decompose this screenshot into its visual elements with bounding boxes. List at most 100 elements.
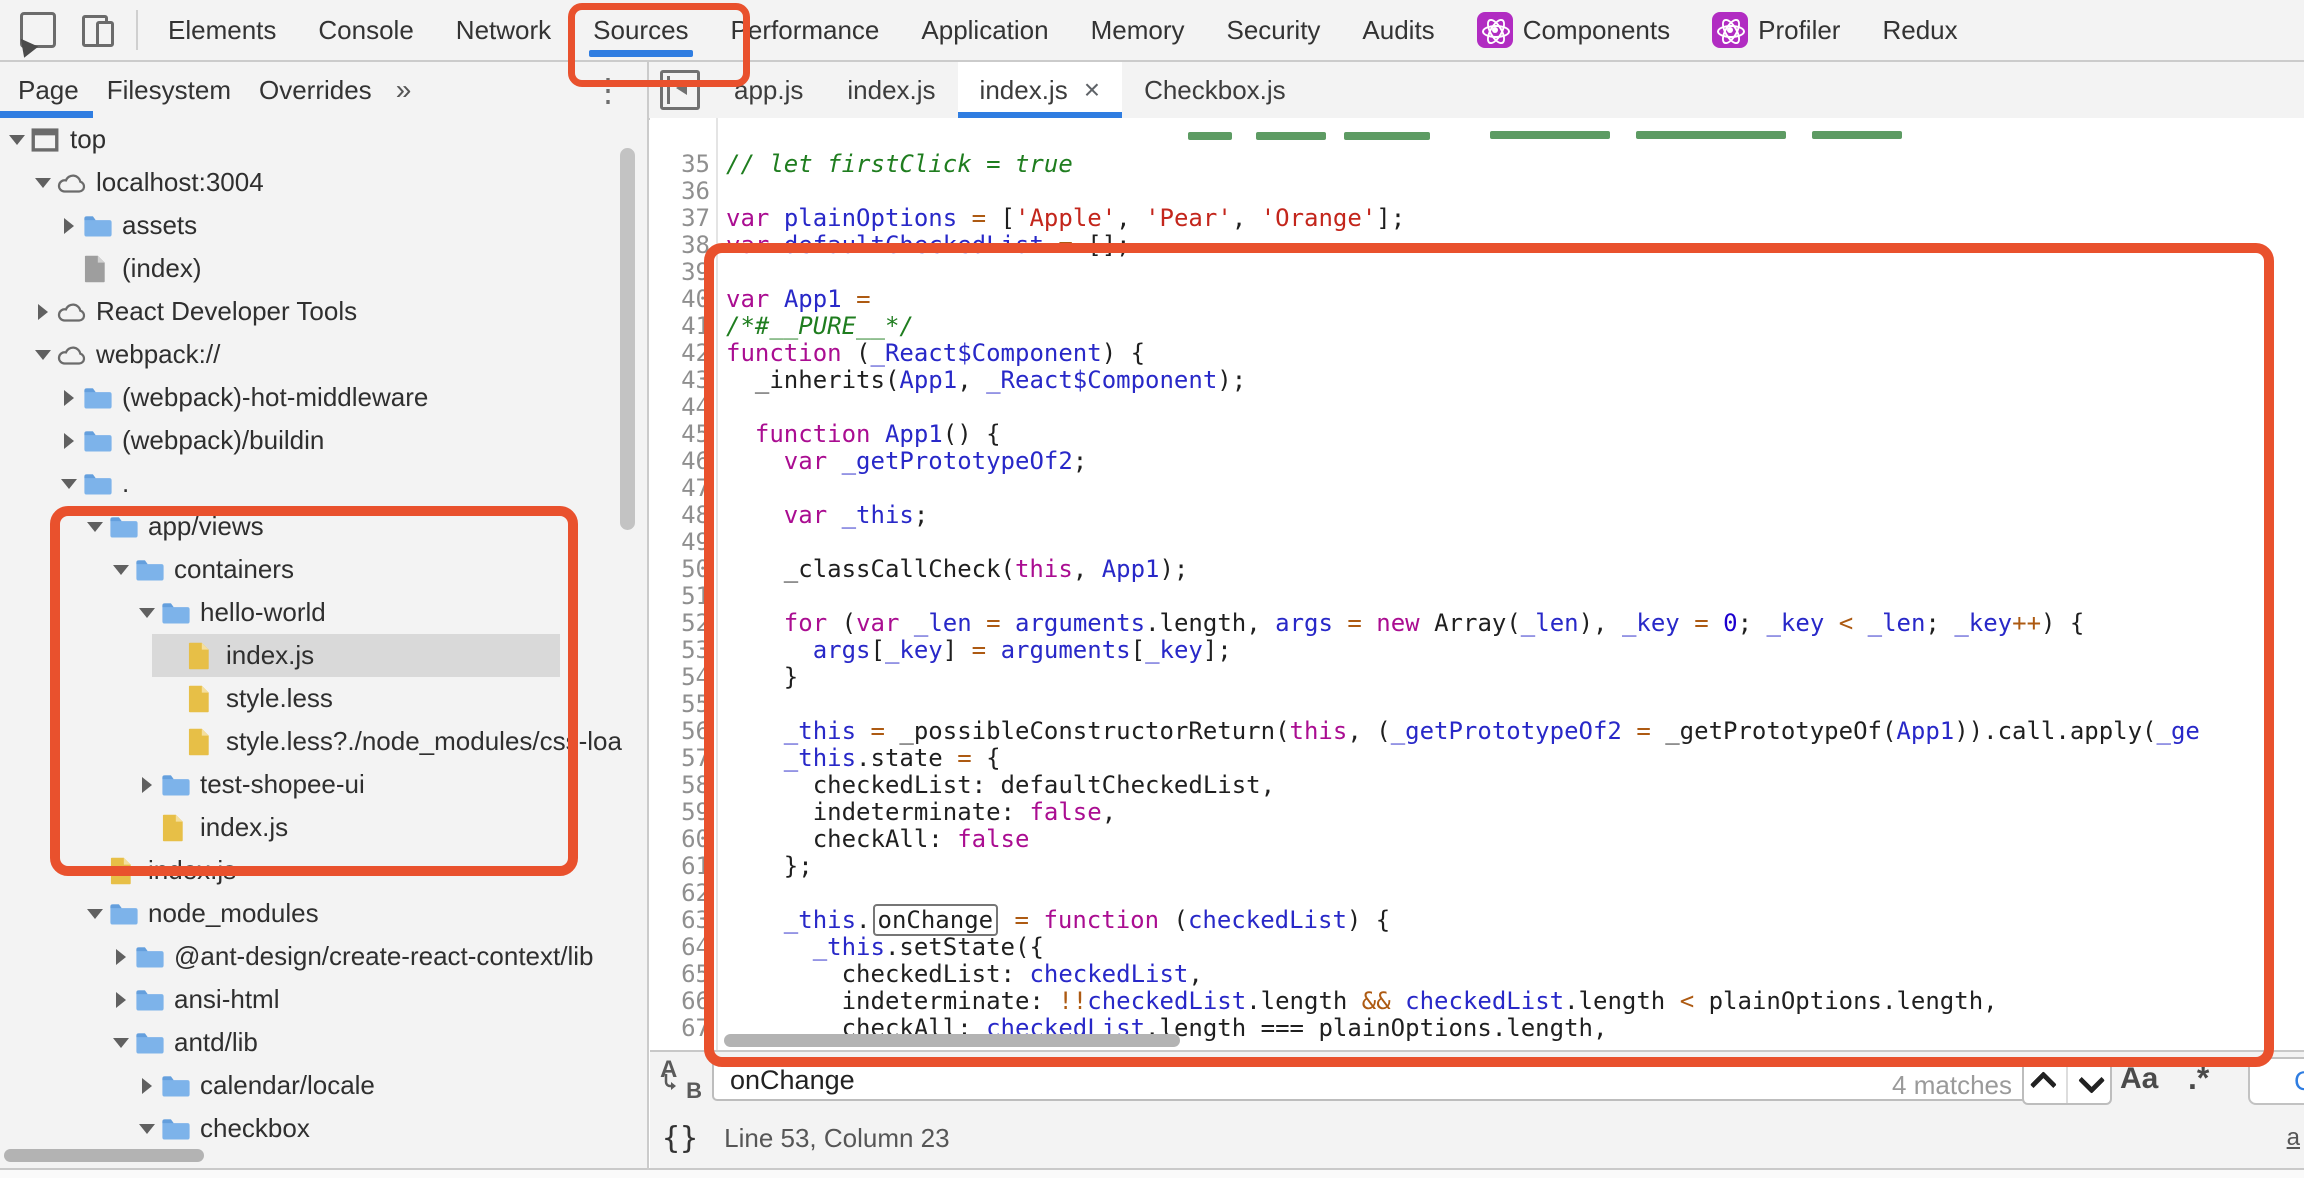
chevron-collapsed-icon[interactable] xyxy=(56,218,82,234)
tree-item-node-modules[interactable]: node_modules xyxy=(0,892,648,935)
panel-divider[interactable] xyxy=(647,62,649,1170)
code-line: var _getPrototypeOf2; xyxy=(726,448,2304,475)
chevron-expanded-icon[interactable] xyxy=(134,1124,160,1134)
tab-security[interactable]: Security xyxy=(1227,0,1321,60)
previous-match-button[interactable] xyxy=(2024,1061,2066,1103)
file-tab-index.js[interactable]: index.js× xyxy=(958,62,1123,118)
tree-item-hello-world[interactable]: hello-world xyxy=(0,591,648,634)
match-case-toggle[interactable]: Aa xyxy=(2120,1062,2158,1096)
code-line: } xyxy=(726,664,2304,691)
chevron-expanded-icon[interactable] xyxy=(82,522,108,532)
chevron-expanded-icon[interactable] xyxy=(108,1038,134,1048)
tree-item-app-views[interactable]: app/views xyxy=(0,505,648,548)
code-editor[interactable]: 3536373839404142434445464748495051525354… xyxy=(650,118,2304,1050)
tree-item-assets[interactable]: assets xyxy=(0,204,648,247)
chevron-collapsed-icon[interactable] xyxy=(30,304,56,320)
tree-item-index-js[interactable]: index.js xyxy=(0,634,648,677)
line-number: 42 xyxy=(650,340,710,367)
tree-item-containers[interactable]: containers xyxy=(0,548,648,591)
chevron-expanded-icon[interactable] xyxy=(30,350,56,360)
tab-application[interactable]: Application xyxy=(921,0,1048,60)
tree-item-localhost-3004[interactable]: localhost:3004 xyxy=(0,161,648,204)
chevron-expanded-icon[interactable] xyxy=(82,909,108,919)
line-number: 67 xyxy=(650,1015,710,1042)
tree-item-webpack-[interactable]: webpack:// xyxy=(0,333,648,376)
code-line: _inherits(App1, _React$Component); xyxy=(726,367,2304,394)
file-tab-strip: app.jsindex.jsindex.js×Checkbox.js xyxy=(650,62,2304,118)
line-number: 60 xyxy=(650,826,710,853)
tree-item--ant-design-create-react-context-lib[interactable]: @ant-design/create-react-context/lib xyxy=(0,935,648,978)
code-line xyxy=(726,178,2304,205)
line-number: 58 xyxy=(650,772,710,799)
tab-profiler[interactable]: Profiler xyxy=(1712,0,1840,60)
code-line xyxy=(726,394,2304,421)
tab-audits[interactable]: Audits xyxy=(1362,0,1434,60)
hide-navigator-icon[interactable] xyxy=(660,70,700,110)
regex-toggle[interactable]: .* xyxy=(2188,1060,2209,1097)
tree-item-antd-lib[interactable]: antd/lib xyxy=(0,1021,648,1064)
sidebar-horizontal-scrollbar[interactable] xyxy=(4,1149,204,1162)
tree-item-top[interactable]: top xyxy=(0,118,648,161)
sidebar-tab-page[interactable]: Page xyxy=(0,62,93,118)
tree-item-index-js[interactable]: index.js xyxy=(0,849,648,892)
chevron-collapsed-icon[interactable] xyxy=(56,390,82,406)
chevron-collapsed-icon[interactable] xyxy=(134,777,160,793)
device-toolbar-icon[interactable] xyxy=(82,13,116,47)
cancel-button[interactable]: C xyxy=(2248,1057,2304,1105)
line-number: 57 xyxy=(650,745,710,772)
line-number: 37 xyxy=(650,205,710,232)
chevron-expanded-icon[interactable] xyxy=(4,135,30,145)
chevron-expanded-icon[interactable] xyxy=(30,178,56,188)
clipped-link-fragment: a xyxy=(2287,1124,2300,1152)
code-content[interactable]: // let firstClick = true var plainOption… xyxy=(726,151,2304,1042)
file-tab-index.js[interactable]: index.js xyxy=(825,62,957,118)
chevron-collapsed-icon[interactable] xyxy=(56,433,82,449)
chevron-collapsed-icon[interactable] xyxy=(134,1078,160,1094)
line-number: 46 xyxy=(650,448,710,475)
chevron-collapsed-icon[interactable] xyxy=(108,949,134,965)
chevron-collapsed-icon[interactable] xyxy=(108,992,134,1008)
tree-item-style-less-node-modules-css-loa[interactable]: style.less?./node_modules/css-loa xyxy=(0,720,648,763)
chevron-expanded-icon[interactable] xyxy=(56,479,82,489)
tab-sources[interactable]: Sources xyxy=(593,0,688,60)
tree-item-style-less[interactable]: style.less xyxy=(0,677,648,720)
code-line: indeterminate: false, xyxy=(726,799,2304,826)
tree-item--webpack-hot-middleware[interactable]: (webpack)-hot-middleware xyxy=(0,376,648,419)
toolbar-icons xyxy=(0,12,136,48)
tree-item-index-js[interactable]: index.js xyxy=(0,806,648,849)
tree-item--[interactable]: . xyxy=(0,462,648,505)
tab-console[interactable]: Console xyxy=(318,0,413,60)
file-tab-app.js[interactable]: app.js xyxy=(712,62,825,118)
tab-redux[interactable]: Redux xyxy=(1882,0,1957,60)
tree-item-ansi-html[interactable]: ansi-html xyxy=(0,978,648,1021)
more-tabs-icon[interactable]: » xyxy=(386,74,422,106)
sidebar-vertical-scrollbar[interactable] xyxy=(620,148,635,530)
replace-toggle-icon[interactable]: A B xyxy=(658,1058,706,1102)
tab-components[interactable]: Components xyxy=(1477,0,1670,60)
inspect-element-icon[interactable] xyxy=(20,12,56,48)
more-options-icon[interactable]: ⋮ xyxy=(592,62,624,118)
tree-item--webpack-buildin[interactable]: (webpack)/buildin xyxy=(0,419,648,462)
tree-item-checkbox[interactable]: checkbox xyxy=(0,1107,648,1150)
code-line: indeterminate: !!checkedList.length && c… xyxy=(726,988,2304,1015)
tree-item-test-shopee-ui[interactable]: test-shopee-ui xyxy=(0,763,648,806)
close-tab-icon[interactable]: × xyxy=(1084,76,1100,104)
tab-memory[interactable]: Memory xyxy=(1091,0,1185,60)
search-input[interactable]: onChange 4 matches xyxy=(712,1059,2028,1101)
next-match-button[interactable] xyxy=(2066,1061,2110,1103)
sidebar-tab-overrides[interactable]: Overrides xyxy=(245,62,386,118)
chevron-expanded-icon[interactable] xyxy=(134,608,160,618)
tree-item-react-developer-tools[interactable]: React Developer Tools xyxy=(0,290,648,333)
chevron-expanded-icon[interactable] xyxy=(108,565,134,575)
pretty-print-icon[interactable]: {} xyxy=(662,1121,698,1156)
tree-item-calendar-locale[interactable]: calendar/locale xyxy=(0,1064,648,1107)
tab-elements[interactable]: Elements xyxy=(168,0,276,60)
tab-performance[interactable]: Performance xyxy=(731,0,880,60)
sidebar-tab-filesystem[interactable]: Filesystem xyxy=(93,62,245,118)
tab-network[interactable]: Network xyxy=(456,0,551,60)
file-tab-checkbox.js[interactable]: Checkbox.js xyxy=(1122,62,1308,118)
folder-icon xyxy=(108,512,140,542)
editor-horizontal-scrollbar[interactable] xyxy=(724,1034,1180,1047)
tree-item--index-[interactable]: (index) xyxy=(0,247,648,290)
code-line: var defaultCheckedList = []; xyxy=(726,232,2304,259)
